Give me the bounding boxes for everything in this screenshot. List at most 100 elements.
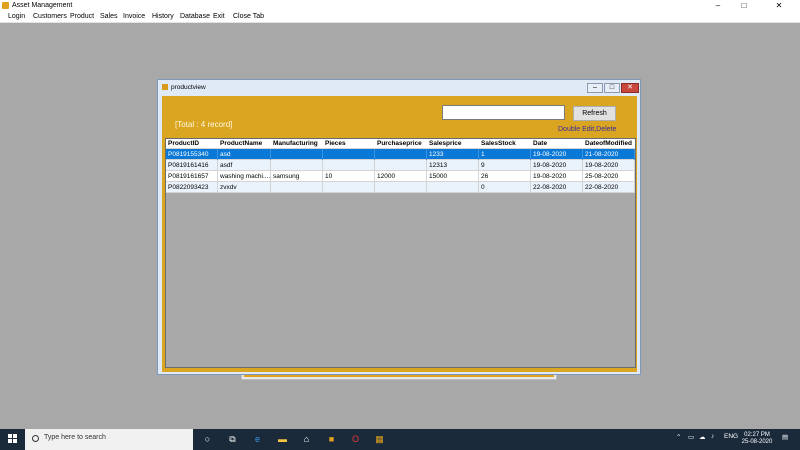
cell-date: 22-08-2020 — [531, 182, 583, 193]
cell-productid: P0819161416 — [166, 160, 218, 171]
taskbar: Type here to search ○ ⧉ e ▬ ⌂ ■ O ▦ ⌃ ▭ … — [0, 429, 800, 450]
menu-login[interactable]: Login — [7, 11, 26, 23]
col-salesprice[interactable]: Salesprice — [427, 139, 479, 149]
cell-salesprice: 1233 — [427, 149, 479, 160]
col-dateofmodified[interactable]: DateofModified — [583, 139, 635, 149]
clock[interactable]: 02:27 PM 25-08-2020 — [740, 432, 774, 446]
cloud-icon[interactable]: ☁ — [699, 433, 706, 441]
app-root: Asset Management – □ ✕ Login Customers P… — [0, 0, 800, 450]
file-explorer-icon[interactable]: ▬ — [277, 434, 288, 445]
cell-pieces — [323, 149, 375, 160]
cortana-icon[interactable]: ○ — [202, 434, 213, 445]
minimize-button[interactable]: – — [707, 0, 729, 11]
menu-bar: Login Customers Product Sales Invoice Hi… — [0, 11, 800, 23]
store-icon[interactable]: ⌂ — [301, 434, 312, 445]
cell-manufacturing: samsung — [271, 171, 323, 182]
taskbar-search-box[interactable]: Type here to search — [25, 429, 193, 450]
child-window-title: productview — [171, 84, 206, 91]
cell-purchaseprice — [375, 182, 427, 193]
search-input[interactable] — [442, 105, 565, 120]
cell-salesprice: 12313 — [427, 160, 479, 171]
cell-manufacturing — [271, 182, 323, 193]
menu-history[interactable]: History — [151, 11, 175, 23]
main-title-bar: Asset Management – □ ✕ — [0, 0, 800, 11]
table-row[interactable]: P0819155340 asd 1233 1 19-08-2020 21-08-… — [166, 149, 635, 160]
cell-dateofmodified: 25-08-2020 — [583, 171, 635, 182]
refresh-button[interactable]: Refresh — [573, 106, 616, 121]
network-icon[interactable]: ▭ — [688, 433, 694, 441]
table-row[interactable]: P0819161416 asdf 12313 9 19-08-2020 19-0… — [166, 160, 635, 171]
cell-salesprice: 15000 — [427, 171, 479, 182]
cell-date: 19-08-2020 — [531, 171, 583, 182]
cell-salesstock: 9 — [479, 160, 531, 171]
cell-pieces — [323, 160, 375, 171]
product-form: Refresh [Total : 4 record] Double Edit,D… — [162, 96, 637, 372]
grid-header: ProductID ProductName Manufacturing Piec… — [166, 139, 635, 149]
taskbar-search-placeholder: Type here to search — [44, 434, 106, 441]
child-minimize-button[interactable]: – — [587, 83, 603, 93]
productview-window: productview – □ ✕ Refresh [Total : 4 rec… — [157, 79, 641, 375]
cell-purchaseprice — [375, 149, 427, 160]
opera-icon[interactable]: O — [350, 434, 361, 445]
record-count-label: [Total : 4 record] — [175, 120, 233, 129]
app-icon — [2, 2, 9, 9]
notification-icon[interactable]: ▤ — [782, 433, 788, 441]
table-row[interactable]: P0822093423 zvxdv 0 22-08-2020 22-08-202… — [166, 182, 635, 193]
cell-salesprice — [427, 182, 479, 193]
asset-management-taskbar-icon[interactable]: ▦ — [374, 434, 385, 445]
cell-salesstock: 0 — [479, 182, 531, 193]
cell-productname: zvxdv — [218, 182, 271, 193]
task-view-icon[interactable]: ⧉ — [227, 434, 238, 445]
menu-close-tab[interactable]: Close Tab — [232, 11, 265, 23]
cell-pieces: 10 — [323, 171, 375, 182]
menu-product[interactable]: Product — [69, 11, 95, 23]
child-close-button[interactable]: ✕ — [621, 83, 639, 93]
close-button[interactable]: ✕ — [768, 0, 790, 11]
clock-date: 25-08-2020 — [741, 439, 773, 445]
cell-purchaseprice — [375, 160, 427, 171]
col-manufacturing[interactable]: Manufacturing — [271, 139, 323, 149]
menu-customers[interactable]: Customers — [32, 11, 68, 23]
cell-pieces — [323, 182, 375, 193]
menu-database[interactable]: Database — [179, 11, 211, 23]
edge-browser-icon[interactable]: e — [252, 434, 263, 445]
search-icon — [32, 435, 39, 442]
cell-manufacturing — [271, 149, 323, 160]
edit-hint-label: Double Edit,Delete — [558, 126, 617, 133]
col-date[interactable]: Date — [531, 139, 583, 149]
table-row[interactable]: P0819161657 washing machi.... samsung 10… — [166, 171, 635, 182]
menu-invoice[interactable]: Invoice — [122, 11, 146, 23]
volume-icon[interactable]: ♪ — [711, 433, 714, 440]
cell-date: 19-08-2020 — [531, 160, 583, 171]
windows-start-icon[interactable] — [8, 434, 18, 444]
cell-salesstock: 26 — [479, 171, 531, 182]
cell-dateofmodified: 19-08-2020 — [583, 160, 635, 171]
col-purchaseprice[interactable]: Purchaseprice — [375, 139, 427, 149]
cell-productid: P0819161657 — [166, 171, 218, 182]
cell-dateofmodified: 22-08-2020 — [583, 182, 635, 193]
maximize-button[interactable]: □ — [733, 0, 755, 11]
cell-date: 19-08-2020 — [531, 149, 583, 160]
child-maximize-button[interactable]: □ — [604, 83, 620, 93]
menu-sales[interactable]: Sales — [99, 11, 119, 23]
tray-chevron-icon[interactable]: ⌃ — [676, 433, 681, 441]
language-indicator[interactable]: ENG — [724, 433, 738, 440]
col-salesstock[interactable]: SalesStock — [479, 139, 531, 149]
cell-productname: washing machi.... — [220, 171, 271, 182]
child-window-icon — [162, 84, 168, 90]
cell-salesstock: 1 — [479, 149, 531, 160]
cell-productid: P0822093423 — [166, 182, 218, 193]
col-productid[interactable]: ProductID — [166, 139, 218, 149]
col-productname[interactable]: ProductName — [218, 139, 271, 149]
menu-exit[interactable]: Exit — [212, 11, 226, 23]
cell-productname: asd — [218, 149, 271, 160]
col-pieces[interactable]: Pieces — [323, 139, 375, 149]
product-grid[interactable]: ProductID ProductName Manufacturing Piec… — [165, 138, 636, 368]
clock-time: 02:27 PM — [744, 432, 770, 438]
cell-productname: asdf — [218, 160, 271, 171]
child-title-bar: productview – □ ✕ — [158, 80, 640, 95]
app-icon-orange[interactable]: ■ — [326, 434, 337, 445]
window-title: Asset Management — [12, 2, 73, 9]
cell-productid: P0819155340 — [166, 149, 218, 160]
cell-dateofmodified: 21-08-2020 — [583, 149, 635, 160]
